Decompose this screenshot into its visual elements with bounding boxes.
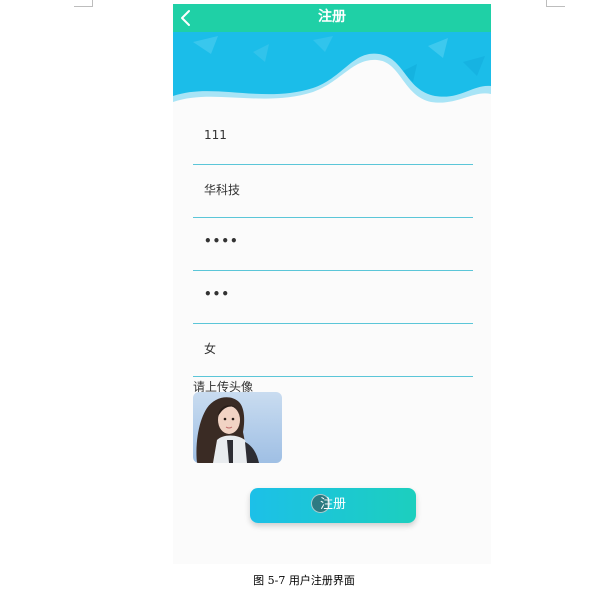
register-form: 111 华科技 •••• ••• 女 [193, 112, 473, 377]
chevron-left-icon[interactable] [177, 8, 197, 28]
username-field[interactable]: 111 [193, 112, 473, 165]
confirm-password-field[interactable]: ••• [193, 271, 473, 324]
top-bar: 注册 [173, 4, 491, 32]
register-button[interactable]: 注册 [250, 488, 416, 523]
page-title: 注册 [318, 9, 346, 25]
password-field[interactable]: •••• [193, 218, 473, 271]
name-field[interactable]: 华科技 [193, 165, 473, 218]
username-value: 111 [204, 128, 227, 142]
field-underline [193, 376, 473, 377]
avatar-upload-image[interactable] [193, 392, 282, 463]
gender-value: 女 [204, 342, 217, 356]
page-corner-mark-left [74, 0, 93, 7]
figure-caption: 图 5-7 用户注册界面 [253, 574, 355, 587]
page-corner-mark-right [546, 0, 565, 7]
password-value: •••• [204, 234, 239, 248]
wave-banner [173, 32, 491, 112]
register-button-label: 注册 [319, 497, 346, 512]
gender-field[interactable]: 女 [193, 324, 473, 377]
confirm-password-value: ••• [204, 287, 231, 301]
phone-screen: 注册 111 华科技 •••• ••• 女 请上传头像 注册 [173, 4, 491, 564]
name-value: 华科技 [204, 183, 241, 197]
